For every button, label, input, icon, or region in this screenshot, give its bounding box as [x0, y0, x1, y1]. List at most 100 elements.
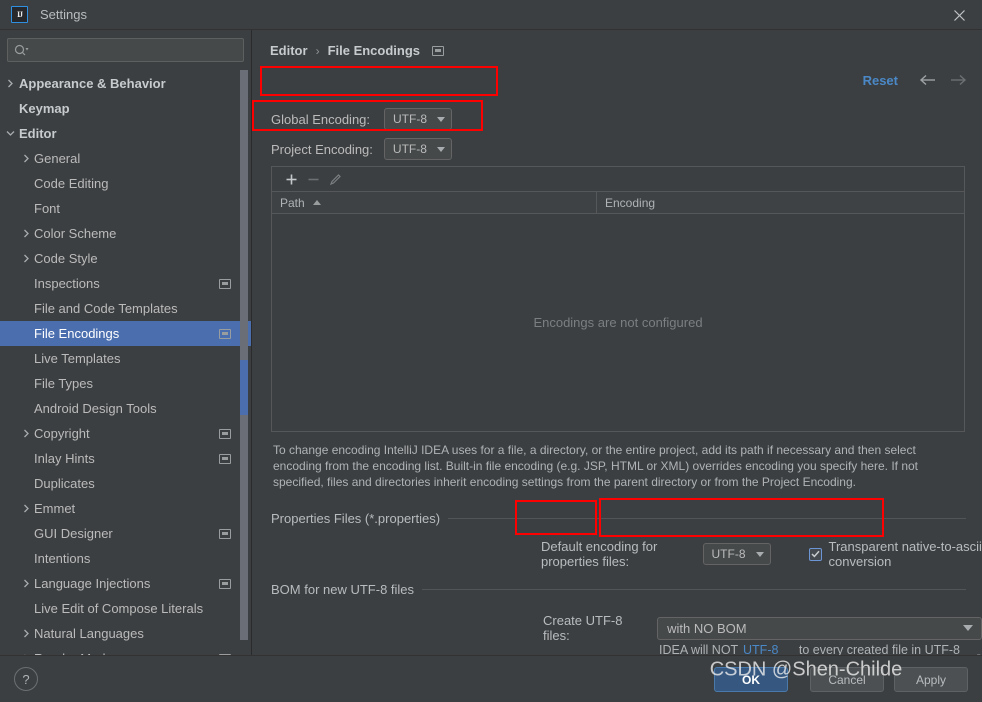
- column-header-path-label: Path: [280, 195, 305, 210]
- sidebar-item-label: Copyright: [34, 426, 90, 441]
- create-utf8-files-dropdown[interactable]: with NO BOM: [657, 616, 982, 640]
- sidebar-item-code-style[interactable]: Code Style: [0, 246, 251, 271]
- ok-button[interactable]: OK: [714, 667, 788, 692]
- sidebar-item-file-types[interactable]: File Types: [0, 371, 251, 396]
- sidebar-item-duplicates[interactable]: Duplicates: [0, 471, 251, 496]
- sidebar-scrollbar-thumb[interactable]: [240, 360, 248, 415]
- sidebar-item-general[interactable]: General: [0, 146, 251, 171]
- chevron-right-icon[interactable]: [20, 428, 32, 440]
- sidebar-item-label: General: [34, 151, 81, 166]
- project-scope-icon: [219, 453, 231, 464]
- sidebar-item-live-templates[interactable]: Live Templates: [0, 346, 251, 371]
- default-properties-encoding-value: UTF-8: [711, 547, 746, 561]
- column-header-encoding-label: Encoding: [605, 195, 656, 210]
- sort-ascending-icon: [312, 200, 321, 205]
- checkbox-checked-icon: [808, 547, 822, 561]
- chevron-down-icon: [755, 551, 764, 557]
- sidebar-item-gui-designer[interactable]: GUI Designer: [0, 521, 251, 546]
- pencil-icon: [324, 169, 346, 189]
- project-encoding-row: Project Encoding: UTF-8: [271, 138, 452, 160]
- breadcrumb-separator: ›: [315, 43, 320, 58]
- chevron-right-icon[interactable]: [4, 78, 16, 90]
- breadcrumb-parent[interactable]: Editor: [270, 43, 308, 58]
- chevron-right-icon[interactable]: [20, 228, 32, 240]
- dialog-footer: ? OK Cancel Apply: [0, 655, 982, 702]
- default-properties-encoding-dropdown[interactable]: UTF-8: [702, 543, 771, 565]
- chevron-down-icon[interactable]: [4, 128, 16, 140]
- bom-group-label: BOM for new UTF-8 files: [271, 582, 415, 597]
- bom-note-prefix: IDEA will NOT add: [659, 643, 738, 655]
- transparent-native-to-ascii-label: Transparent native-to-ascii conversion: [828, 539, 982, 569]
- sidebar-item-appearance-behavior[interactable]: Appearance & Behavior: [0, 71, 251, 96]
- sidebar-item-language-injections[interactable]: Language Injections: [0, 571, 251, 596]
- navigate-forward-icon[interactable]: [948, 71, 968, 89]
- sidebar-item-label: Emmet: [34, 501, 76, 516]
- transparent-native-to-ascii-checkbox[interactable]: Transparent native-to-ascii conversion: [808, 539, 982, 569]
- global-encoding-dropdown[interactable]: UTF-8: [384, 108, 453, 130]
- sidebar-item-copyright[interactable]: Copyright: [0, 421, 251, 446]
- sidebar-item-label: Code Editing: [34, 176, 109, 191]
- sidebar-item-file-and-code-templates[interactable]: File and Code Templates: [0, 296, 251, 321]
- chevron-right-icon[interactable]: [20, 503, 32, 515]
- plus-icon[interactable]: [280, 169, 302, 189]
- project-scope-icon: [219, 578, 231, 589]
- sidebar-item-inlay-hints[interactable]: Inlay Hints: [0, 446, 251, 471]
- sidebar-item-android-design-tools[interactable]: Android Design Tools: [0, 396, 251, 421]
- project-encoding-dropdown[interactable]: UTF-8: [383, 138, 452, 160]
- reset-link[interactable]: Reset: [863, 73, 898, 88]
- sidebar-item-file-encodings[interactable]: File Encodings: [0, 321, 251, 346]
- help-icon[interactable]: ?: [14, 667, 38, 691]
- search-box[interactable]: [7, 38, 244, 62]
- sidebar-item-emmet[interactable]: Emmet: [0, 496, 251, 521]
- sidebar-item-label: File and Code Templates: [34, 301, 178, 316]
- sidebar-item-font[interactable]: Font: [0, 196, 251, 221]
- sidebar-item-live-edit-of-compose-literals[interactable]: Live Edit of Compose Literals: [0, 596, 251, 621]
- breadcrumb-current: File Encodings: [327, 43, 421, 58]
- bom-note-link[interactable]: UTF-8 BOM: [743, 643, 796, 655]
- main-panel: Editor › File Encodings Reset Global Enc…: [253, 30, 982, 655]
- project-scope-icon: [219, 428, 231, 439]
- chevron-right-icon[interactable]: [20, 153, 32, 165]
- settings-window: IJ Settings Appearance & Behavior Keymap E…: [0, 0, 982, 702]
- sidebar-item-label: Language Injections: [34, 576, 151, 591]
- navigate-back-icon[interactable]: [918, 71, 938, 89]
- close-icon[interactable]: [936, 0, 982, 30]
- column-header-encoding[interactable]: Encoding: [597, 192, 964, 213]
- default-properties-encoding-row: Default encoding for properties files: U…: [541, 539, 982, 569]
- chevron-right-icon[interactable]: [20, 628, 32, 640]
- chevron-down-icon: [963, 625, 973, 631]
- global-encoding-row: Global Encoding: UTF-8: [271, 108, 453, 130]
- sidebar-item-label: Inspections: [34, 276, 100, 291]
- sidebar-item-editor[interactable]: Editor: [0, 121, 251, 146]
- project-scope-icon: [219, 328, 231, 339]
- sidebar-item-keymap[interactable]: Keymap: [0, 96, 251, 121]
- bom-group: BOM for new UTF-8 files: [271, 582, 966, 597]
- bom-group-title: BOM for new UTF-8 files: [271, 582, 966, 597]
- sidebar-item-label: GUI Designer: [34, 526, 113, 541]
- sidebar-item-label: Intentions: [34, 551, 91, 566]
- intellij-logo-icon: IJ: [11, 6, 28, 23]
- sidebar-item-natural-languages[interactable]: Natural Languages: [0, 621, 251, 646]
- global-encoding-label: Global Encoding:: [271, 111, 371, 127]
- sidebar-item-inspections[interactable]: Inspections: [0, 271, 251, 296]
- chevron-right-icon[interactable]: [20, 253, 32, 265]
- sidebar-item-reader-mode[interactable]: Reader Mode: [0, 646, 251, 655]
- sidebar-item-code-editing[interactable]: Code Editing: [0, 171, 251, 196]
- search-input[interactable]: [33, 43, 237, 57]
- breadcrumb: Editor › File Encodings: [270, 43, 445, 58]
- encodings-table-header: Path Encoding: [272, 192, 964, 214]
- search-container: [0, 30, 251, 62]
- bom-note-suffix: to every created file in UTF-8 encoding: [798, 643, 961, 655]
- sidebar-item-label: Font: [34, 201, 61, 216]
- chevron-right-icon[interactable]: [20, 578, 32, 590]
- apply-button[interactable]: Apply: [894, 667, 968, 692]
- sidebar-item-intentions[interactable]: Intentions: [0, 546, 251, 571]
- cancel-button[interactable]: Cancel: [810, 667, 884, 692]
- column-header-path[interactable]: Path: [272, 192, 597, 213]
- encodings-table-toolbar: [272, 167, 964, 192]
- chevron-down-icon: [437, 116, 446, 122]
- project-encoding-label: Project Encoding:: [271, 141, 373, 157]
- sidebar-scrollbar-track[interactable]: [240, 70, 248, 640]
- global-encoding-value: UTF-8: [393, 112, 428, 126]
- sidebar-item-color-scheme[interactable]: Color Scheme: [0, 221, 251, 246]
